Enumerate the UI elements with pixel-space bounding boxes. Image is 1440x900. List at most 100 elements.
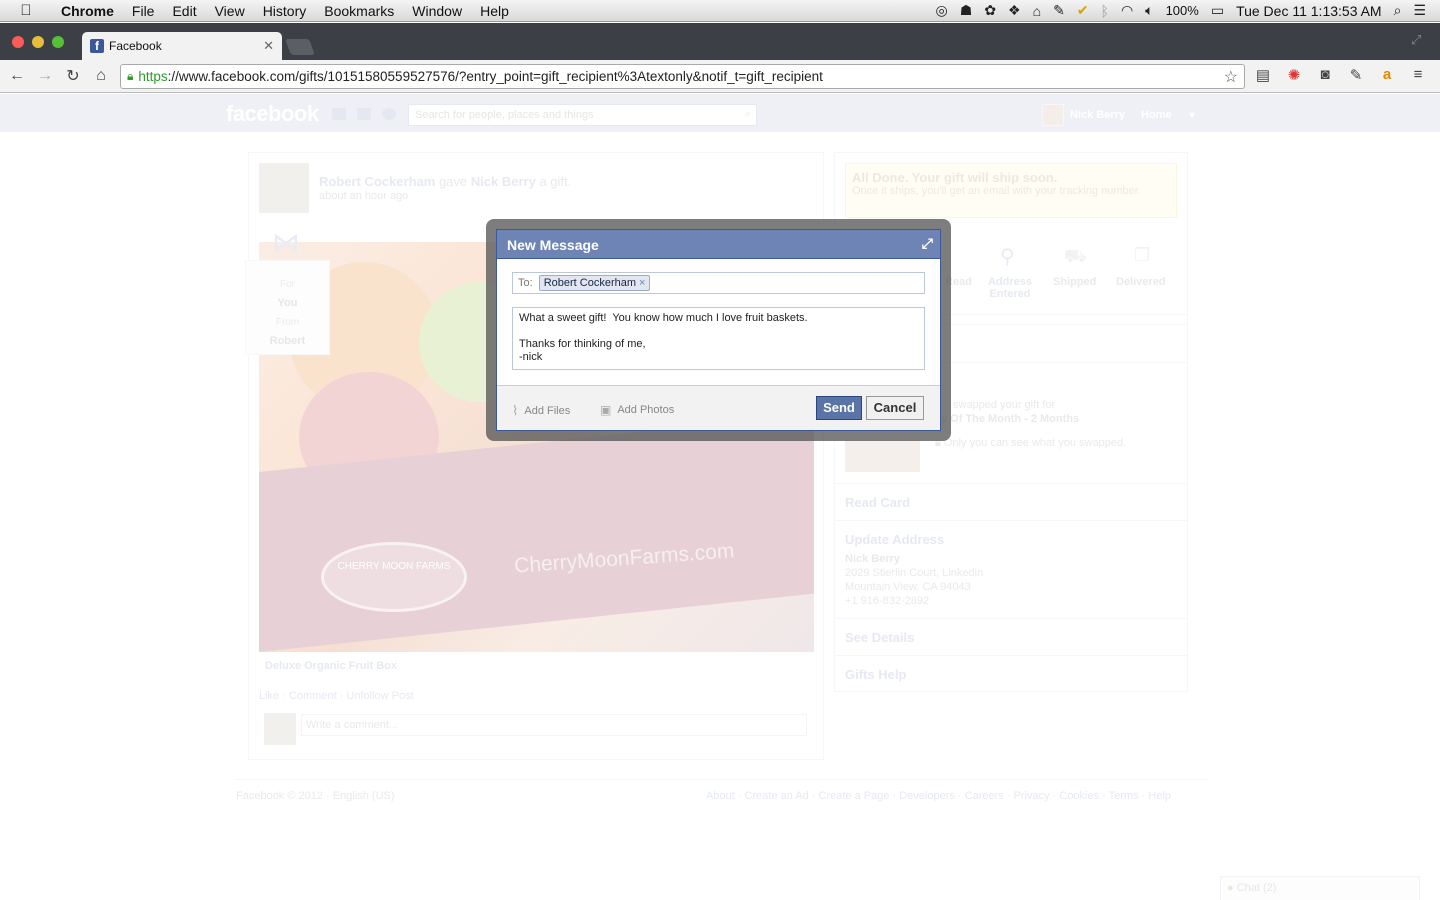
chrome-menu-icon[interactable]: ≡	[1408, 66, 1428, 86]
close-window-icon[interactable]	[12, 36, 24, 48]
friend-requests-icon[interactable]	[332, 108, 346, 120]
sidebar-divider	[835, 483, 1187, 484]
send-button[interactable]: Send	[816, 396, 862, 420]
tag-you: You	[277, 297, 298, 309]
menu-help[interactable]: Help	[471, 3, 518, 19]
recipient-token[interactable]: Robert Cockerham ×	[538, 275, 651, 291]
bookmark-star-icon[interactable]: ☆	[1224, 67, 1238, 87]
menu-file[interactable]: File	[123, 3, 164, 19]
status-app-icon[interactable]: ◎	[936, 2, 948, 19]
tab-title: Facebook	[109, 39, 162, 53]
message-textarea[interactable]: What a sweet gift! You know how much I l…	[512, 307, 925, 370]
menu-edit[interactable]: Edit	[163, 3, 205, 19]
avatar[interactable]	[1042, 104, 1064, 126]
facebook-search-input[interactable]: Search for people, places and things ⌕	[408, 104, 757, 126]
lock-icon[interactable]: 🔒︎	[127, 69, 133, 84]
notifications-icon[interactable]	[382, 108, 396, 120]
messages-icon[interactable]	[357, 108, 371, 120]
volume-icon[interactable]: 🔈︎	[1145, 2, 1153, 19]
add-files-button[interactable]: ⌇ Add Files	[512, 403, 570, 419]
facebook-logo[interactable]: facebook	[226, 101, 319, 127]
remove-recipient-icon[interactable]: ×	[639, 277, 645, 289]
story-time[interactable]: about an hour ago	[319, 190, 408, 202]
home-status-icon[interactable]: ⌂	[1033, 3, 1041, 19]
menu-window[interactable]: Window	[403, 3, 471, 19]
close-tab-icon[interactable]: ✕	[263, 38, 274, 54]
swap-line-2[interactable]: y Of The Month - 2 Months	[941, 413, 1079, 425]
bluetooth-icon[interactable]: ᛒ	[1101, 3, 1109, 19]
chat-label: Chat (2)	[1236, 882, 1277, 894]
to-field[interactable]: To: Robert Cockerham ×	[512, 272, 925, 294]
fullscreen-icon[interactable]: ⤢	[1411, 32, 1421, 48]
back-arrow-icon[interactable]: ←	[3, 67, 31, 85]
location-pin-icon: ⚲	[1000, 246, 1015, 268]
mac-menubar:  Chrome File Edit View History Bookmark…	[0, 0, 1440, 22]
cancel-button[interactable]: Cancel	[866, 396, 924, 420]
account-dropdown-icon[interactable]: ▼	[1188, 110, 1197, 120]
user-name-link[interactable]: Nick Berry	[1070, 109, 1125, 121]
new-message-dialog: New Message ⤢ To: Robert Cockerham × What…	[486, 219, 951, 441]
clock[interactable]: Tue Dec 11 1:13:53 AM	[1236, 3, 1382, 19]
footer-left[interactable]: Facebook © 2012 · English (US)	[236, 790, 395, 802]
amazon-extension-icon[interactable]: a	[1377, 66, 1397, 86]
swap-thumbnail[interactable]	[845, 440, 920, 472]
comment-input[interactable]: Write a comment...	[301, 714, 807, 736]
tab-strip: f Facebook ✕ ⤢	[0, 23, 1440, 60]
dialog-header: New Message ⤢	[497, 230, 940, 259]
gifts-help-link[interactable]: Gifts Help	[845, 667, 906, 682]
apple-menu-icon[interactable]: 	[0, 2, 52, 19]
giver-avatar[interactable]	[259, 163, 309, 213]
dialog-footer: ⌇ Add Files ▣ Add Photos Send Cancel	[497, 385, 940, 430]
footer-links[interactable]: About · Create an Ad · Create a Page · D…	[706, 790, 1171, 802]
check-status-icon[interactable]: ✔	[1077, 2, 1089, 19]
update-address-link[interactable]: Update Address	[845, 532, 944, 547]
chat-bar[interactable]: ● Chat (2)	[1220, 876, 1420, 900]
home-icon[interactable]: ⌂	[87, 67, 115, 85]
menu-history[interactable]: History	[254, 3, 316, 19]
address-bar[interactable]: 🔒︎ https://www.facebook.com/gifts/101515…	[120, 64, 1245, 89]
extension-mask-icon[interactable]: ◙	[1315, 66, 1335, 86]
recipient-link[interactable]: Nick Berry	[471, 174, 536, 189]
tab-facebook[interactable]: f Facebook ✕	[82, 32, 282, 60]
battery-icon[interactable]: ▭	[1211, 2, 1224, 19]
recipient-token-name: Robert Cockerham	[543, 277, 637, 289]
expand-icon[interactable]: ⤢	[922, 235, 933, 252]
search-icon[interactable]: ⌕	[745, 108, 751, 121]
status-area: ◎ ☗ ✿ ❖ ⌂ ✎ ✔ ᛒ ◠ 🔈︎ 100% ▭ Tue Dec 11 1…	[936, 2, 1440, 19]
wrench-status-icon[interactable]: ✎	[1053, 2, 1065, 19]
add-photos-button[interactable]: ▣ Add Photos	[600, 403, 674, 417]
dropbox-icon[interactable]: ❖	[1008, 2, 1021, 19]
story-tail: a gift.	[539, 174, 572, 189]
menu-app-name[interactable]: Chrome	[52, 3, 123, 19]
reload-icon[interactable]: ↻	[59, 66, 87, 86]
story-actions[interactable]: Like · Comment · Unfollow Post	[259, 690, 414, 702]
add-files-label: Add Files	[524, 405, 571, 417]
cherry-moon-seal: CHERRY MOON FARMS	[321, 542, 467, 612]
read-card-link[interactable]: Read Card	[845, 495, 910, 510]
sidebar-divider	[835, 655, 1187, 656]
extension-wrench-icon[interactable]: ✎	[1346, 66, 1366, 86]
wifi-icon[interactable]: ◠	[1121, 2, 1133, 19]
menu-bookmarks[interactable]: Bookmarks	[315, 3, 403, 19]
see-details-link[interactable]: See Details	[845, 630, 914, 645]
new-tab-button[interactable]	[285, 39, 315, 55]
forward-arrow-icon[interactable]: →	[31, 67, 59, 85]
giver-link[interactable]: Robert Cockerham	[319, 174, 435, 189]
status-paw-icon[interactable]: ✿	[984, 2, 996, 19]
extension-color-icon[interactable]: ✺	[1284, 66, 1304, 86]
all-done-title: All Done. Your gift will ship soon.	[852, 170, 1058, 185]
menu-view[interactable]: View	[206, 3, 254, 19]
home-link[interactable]: Home	[1141, 109, 1172, 121]
user-nav: Nick Berry Home ▼	[1042, 104, 1197, 126]
extension-flag-icon[interactable]: ▤	[1253, 66, 1273, 86]
product-name[interactable]: Deluxe Organic Fruit Box	[265, 660, 397, 672]
zoom-window-icon[interactable]	[52, 36, 64, 48]
spotlight-icon[interactable]: ⌕	[1394, 2, 1402, 19]
notification-center-icon[interactable]: ☰	[1413, 2, 1426, 19]
search-placeholder: Search for people, places and things	[415, 109, 594, 121]
paperclip-icon: ⌇	[512, 403, 519, 418]
url-text: ://www.facebook.com/gifts/10151580559527…	[167, 69, 823, 84]
address-city: Mountain View, CA 94043	[845, 581, 971, 593]
status-alien-icon[interactable]: ☗	[960, 2, 973, 19]
minimize-window-icon[interactable]	[32, 36, 44, 48]
